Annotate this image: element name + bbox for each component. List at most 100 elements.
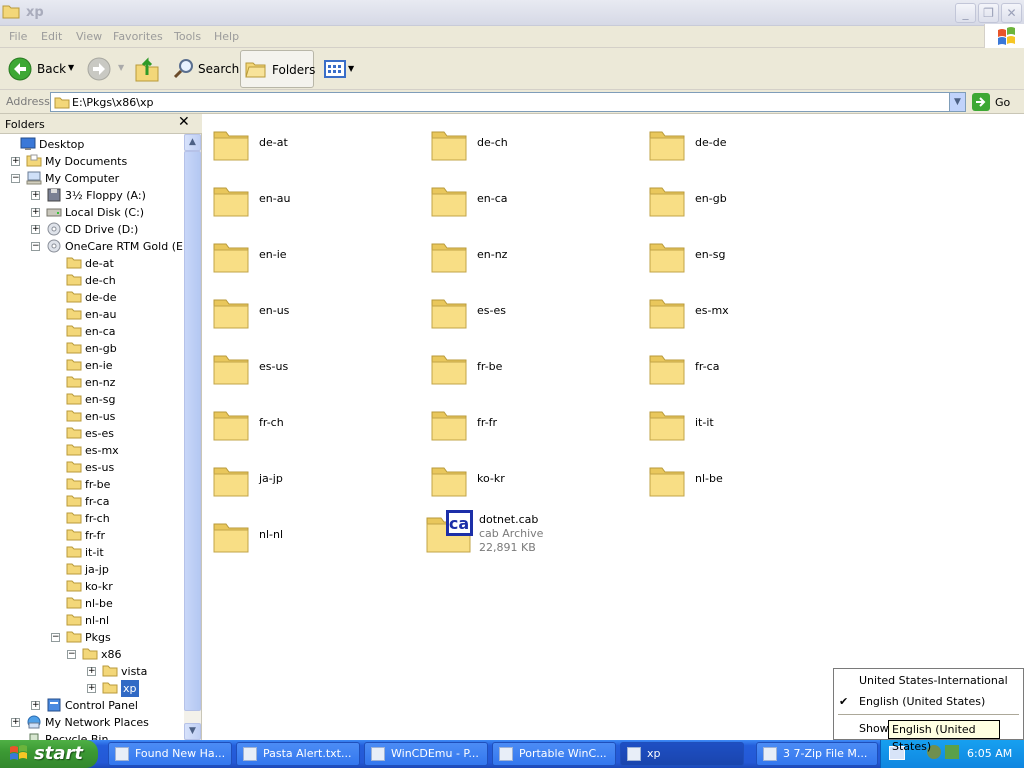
tree-item[interactable]: fr-ch [0, 510, 184, 527]
folder-item[interactable]: ja-jp [211, 458, 411, 508]
expand-icon[interactable]: + [87, 667, 96, 676]
folder-item[interactable]: en-us [211, 290, 411, 340]
tree-item[interactable]: fr-fr [0, 527, 184, 544]
tree-item[interactable]: − My Computer [0, 170, 184, 187]
tree-item[interactable]: en-ca [0, 323, 184, 340]
folder-item[interactable]: en-ca [429, 178, 629, 228]
forward-button[interactable]: ▼ [86, 57, 124, 83]
tree-item[interactable]: nl-nl [0, 612, 184, 629]
expand-icon[interactable]: + [31, 701, 40, 710]
taskbar-button[interactable]: WinCDEmu - P... [364, 742, 488, 766]
tree-item[interactable]: es-us [0, 459, 184, 476]
folder-item[interactable]: es-es [429, 290, 629, 340]
tree-item[interactable]: + CD Drive (D:) [0, 221, 184, 238]
tree-item[interactable]: Recycle Bin [0, 731, 184, 740]
folder-item[interactable]: en-sg [647, 234, 847, 284]
folder-item[interactable]: nl-be [647, 458, 847, 508]
folder-item[interactable]: fr-fr [429, 402, 629, 452]
expand-icon[interactable]: + [31, 208, 40, 217]
menu-help[interactable]: Help [214, 30, 239, 43]
expand-icon[interactable]: + [31, 225, 40, 234]
tree-scrollbar[interactable]: ▲ ▼ [184, 134, 201, 740]
tree-item[interactable]: fr-ca [0, 493, 184, 510]
tree-item[interactable]: nl-be [0, 595, 184, 612]
collapse-icon[interactable]: − [11, 174, 20, 183]
expand-icon[interactable]: + [31, 191, 40, 200]
go-button[interactable]: Go [972, 92, 1018, 112]
tree-item[interactable]: en-ie [0, 357, 184, 374]
collapse-icon[interactable]: − [67, 650, 76, 659]
up-folder-button[interactable] [134, 55, 160, 83]
tree-item[interactable]: en-us [0, 408, 184, 425]
menu-edit[interactable]: Edit [41, 30, 62, 43]
folder-item[interactable]: en-ie [211, 234, 411, 284]
tree-item[interactable]: ja-jp [0, 561, 184, 578]
folder-item[interactable]: fr-ch [211, 402, 411, 452]
folder-item[interactable]: fr-ca [647, 346, 847, 396]
menu-item-english-us[interactable]: English (United States) [859, 695, 985, 708]
maximize-button[interactable]: ❐ [978, 3, 999, 23]
views-button[interactable]: ▼ [322, 57, 358, 83]
tree-item[interactable]: en-sg [0, 391, 184, 408]
menu-item-us-international[interactable]: United States-International [859, 674, 1008, 687]
folder-item[interactable]: ko-kr [429, 458, 629, 508]
chevron-down-icon[interactable]: ▼ [348, 64, 354, 73]
folders-button[interactable]: Folders [240, 50, 315, 88]
tree-item[interactable]: + My Network Places [0, 714, 184, 731]
start-button[interactable]: start [0, 740, 98, 768]
taskbar-button[interactable]: Found New Ha... [108, 742, 232, 766]
scroll-thumb[interactable] [184, 151, 201, 711]
menu-file[interactable]: File [9, 30, 27, 43]
folder-item[interactable]: de-at [211, 122, 411, 172]
tree-item[interactable]: ko-kr [0, 578, 184, 595]
folder-item[interactable]: en-nz [429, 234, 629, 284]
tree-item[interactable]: de-at [0, 255, 184, 272]
tree-item[interactable]: en-nz [0, 374, 184, 391]
tree-item[interactable]: + Local Disk (C:) [0, 204, 184, 221]
menu-tools[interactable]: Tools [174, 30, 201, 43]
chevron-down-icon[interactable]: ▼ [118, 63, 124, 72]
tree-item[interactable]: Desktop [0, 136, 184, 153]
folder-item[interactable]: es-us [211, 346, 411, 396]
tree-item[interactable]: de-ch [0, 272, 184, 289]
tree-item[interactable]: fr-be [0, 476, 184, 493]
folder-item[interactable]: en-gb [647, 178, 847, 228]
collapse-icon[interactable]: − [31, 242, 40, 251]
tree-item[interactable]: − x86 [0, 646, 184, 663]
menu-item-show[interactable]: Show [859, 722, 889, 735]
minimize-button[interactable]: _ [955, 3, 976, 23]
expand-icon[interactable]: + [87, 684, 96, 693]
tree-item[interactable]: en-au [0, 306, 184, 323]
address-dropdown-button[interactable]: ▼ [949, 93, 965, 111]
taskbar-button[interactable]: Portable WinC... [492, 742, 616, 766]
network-icon[interactable] [945, 745, 959, 759]
expand-icon[interactable]: + [11, 157, 20, 166]
taskbar-button[interactable]: xp [620, 742, 744, 766]
address-input[interactable]: E:\Pkgs\x86\xp ▼ [50, 92, 966, 112]
tree-item[interactable]: + My Documents [0, 153, 184, 170]
tree-item[interactable]: − OneCare RTM Gold (E:) [0, 238, 184, 255]
scroll-up-button[interactable]: ▲ [184, 134, 201, 151]
folder-item[interactable]: en-au [211, 178, 411, 228]
folder-item[interactable]: fr-be [429, 346, 629, 396]
scroll-down-button[interactable]: ▼ [184, 723, 201, 740]
taskbar-button[interactable]: Pasta Alert.txt... [236, 742, 360, 766]
folder-item[interactable]: de-ch [429, 122, 629, 172]
title-bar[interactable]: xp _ ❐ ✕ [0, 0, 1024, 26]
close-icon[interactable]: ✕ [178, 114, 190, 130]
collapse-icon[interactable]: − [51, 633, 60, 642]
tree-item[interactable]: it-it [0, 544, 184, 561]
folder-item[interactable]: es-mx [647, 290, 847, 340]
tree-item[interactable]: + xp [0, 680, 184, 697]
folder-item[interactable]: de-de [647, 122, 847, 172]
taskbar-button[interactable]: 3 7-Zip File M... [756, 742, 878, 766]
tree-item[interactable]: en-gb [0, 340, 184, 357]
folder-item[interactable]: it-it [647, 402, 847, 452]
tree-item[interactable]: + vista [0, 663, 184, 680]
tree-item[interactable]: es-es [0, 425, 184, 442]
menu-view[interactable]: View [76, 30, 102, 43]
tree-item[interactable]: es-mx [0, 442, 184, 459]
tree-item[interactable]: + Control Panel [0, 697, 184, 714]
tree-item[interactable]: +3½ Floppy (A:) [0, 187, 184, 204]
cab-file-item[interactable]: ca dotnet.cab cab Archive 22,891 KB [211, 510, 611, 564]
